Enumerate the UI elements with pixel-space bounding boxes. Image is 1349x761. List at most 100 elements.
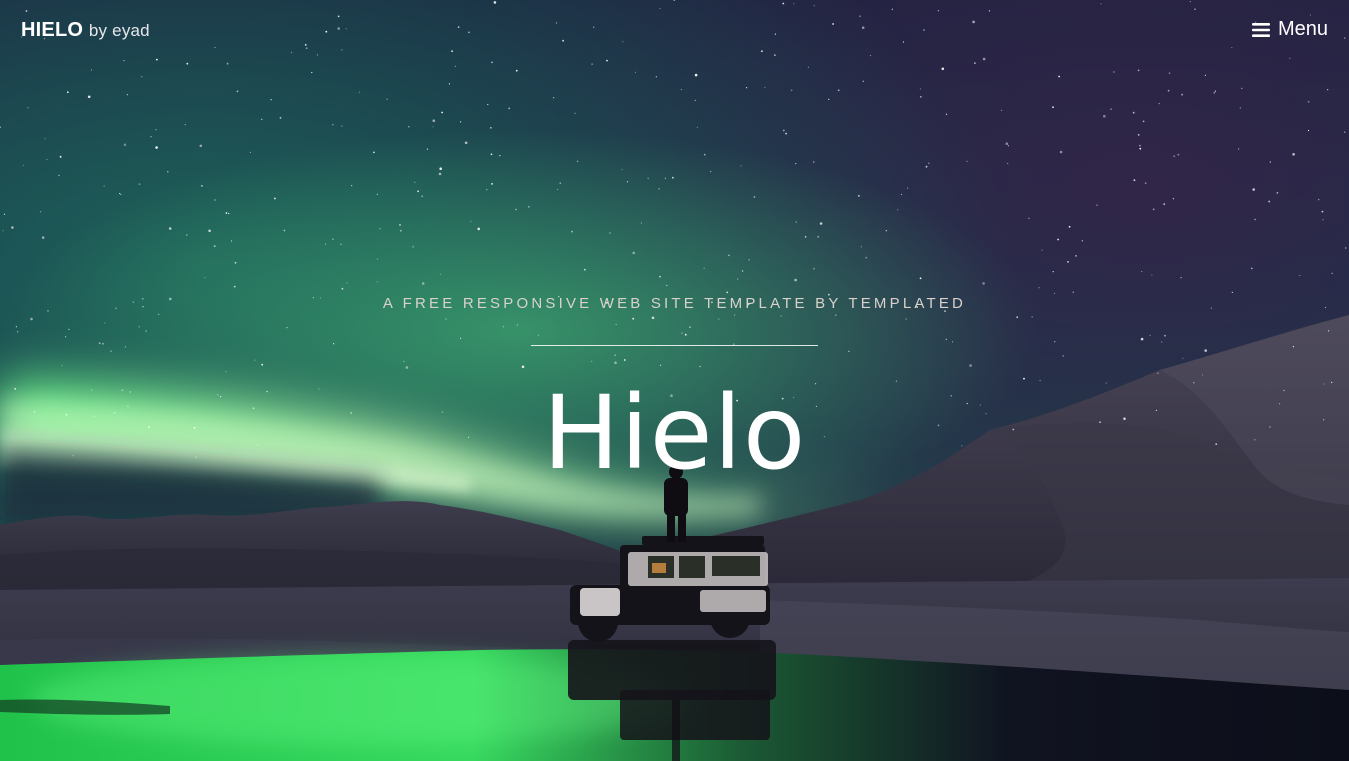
star xyxy=(1318,199,1320,201)
star xyxy=(925,165,928,168)
star xyxy=(681,332,683,334)
star xyxy=(214,199,216,201)
star xyxy=(279,117,282,119)
star xyxy=(740,165,742,167)
star xyxy=(379,228,381,230)
star xyxy=(438,172,442,176)
star xyxy=(726,291,729,294)
star xyxy=(1007,162,1009,165)
star xyxy=(1139,147,1142,150)
star xyxy=(1052,106,1054,108)
star xyxy=(274,197,276,200)
star xyxy=(414,181,416,183)
star xyxy=(1344,131,1346,133)
star xyxy=(559,182,562,185)
star xyxy=(782,129,785,132)
star xyxy=(11,226,14,229)
star xyxy=(982,282,985,285)
menu-button[interactable]: Menu xyxy=(1251,18,1328,41)
star xyxy=(813,161,815,163)
star xyxy=(737,278,739,280)
star xyxy=(1181,93,1183,96)
star xyxy=(123,143,127,147)
star xyxy=(470,220,472,222)
star xyxy=(499,155,501,157)
star xyxy=(491,183,493,185)
star xyxy=(145,330,147,332)
star xyxy=(658,188,660,190)
star xyxy=(1168,72,1171,74)
star xyxy=(1328,330,1330,332)
star xyxy=(405,366,409,369)
star xyxy=(1204,74,1206,76)
star xyxy=(233,285,236,288)
star xyxy=(764,87,766,89)
star xyxy=(3,213,6,215)
star xyxy=(928,162,930,164)
star xyxy=(1149,334,1151,336)
logo-byline: by eyad xyxy=(88,21,150,40)
star xyxy=(1307,129,1310,132)
star xyxy=(1005,142,1009,145)
star xyxy=(103,185,105,187)
star xyxy=(1141,270,1143,273)
hero-tagline: A FREE RESPONSIVE WEB SITE TEMPLATE BY T… xyxy=(382,295,967,312)
star xyxy=(1158,103,1160,105)
star xyxy=(432,126,434,128)
star xyxy=(1081,240,1083,242)
star xyxy=(626,181,629,183)
star xyxy=(30,317,33,321)
site-logo[interactable]: HIELO by eyad xyxy=(21,19,150,42)
star xyxy=(1180,277,1182,279)
star xyxy=(837,89,840,92)
star xyxy=(441,111,443,114)
star xyxy=(651,316,655,320)
star xyxy=(1254,218,1256,221)
star xyxy=(138,183,141,186)
star xyxy=(1000,109,1003,111)
star xyxy=(1204,349,1207,352)
star xyxy=(324,243,327,245)
star xyxy=(403,360,405,362)
star xyxy=(167,171,169,173)
star xyxy=(508,107,511,110)
star xyxy=(1214,90,1216,92)
star xyxy=(65,336,67,338)
star xyxy=(834,314,837,316)
star xyxy=(376,258,379,260)
star xyxy=(311,71,313,74)
star xyxy=(1252,188,1255,191)
star xyxy=(1038,287,1040,289)
star xyxy=(1052,271,1054,273)
star xyxy=(813,267,815,270)
star xyxy=(817,235,820,238)
star xyxy=(376,193,378,195)
star xyxy=(885,230,887,232)
star xyxy=(614,361,617,365)
star xyxy=(486,189,488,191)
star xyxy=(1167,89,1170,92)
star xyxy=(1140,337,1144,341)
star xyxy=(710,171,712,173)
star xyxy=(1172,198,1174,200)
star xyxy=(521,365,525,369)
star xyxy=(1053,292,1056,294)
star xyxy=(1144,182,1147,185)
star xyxy=(664,177,667,179)
star xyxy=(900,193,903,196)
star xyxy=(155,146,158,149)
star xyxy=(696,126,698,128)
star xyxy=(945,338,947,340)
hero-divider xyxy=(531,345,818,346)
star xyxy=(1331,272,1333,274)
star xyxy=(386,98,388,100)
star xyxy=(699,365,701,368)
star xyxy=(1231,291,1233,293)
star xyxy=(1292,346,1294,348)
star xyxy=(208,229,211,233)
star xyxy=(945,113,948,115)
star xyxy=(694,99,696,101)
star xyxy=(15,326,17,328)
star xyxy=(1321,210,1324,213)
star xyxy=(1201,374,1204,376)
